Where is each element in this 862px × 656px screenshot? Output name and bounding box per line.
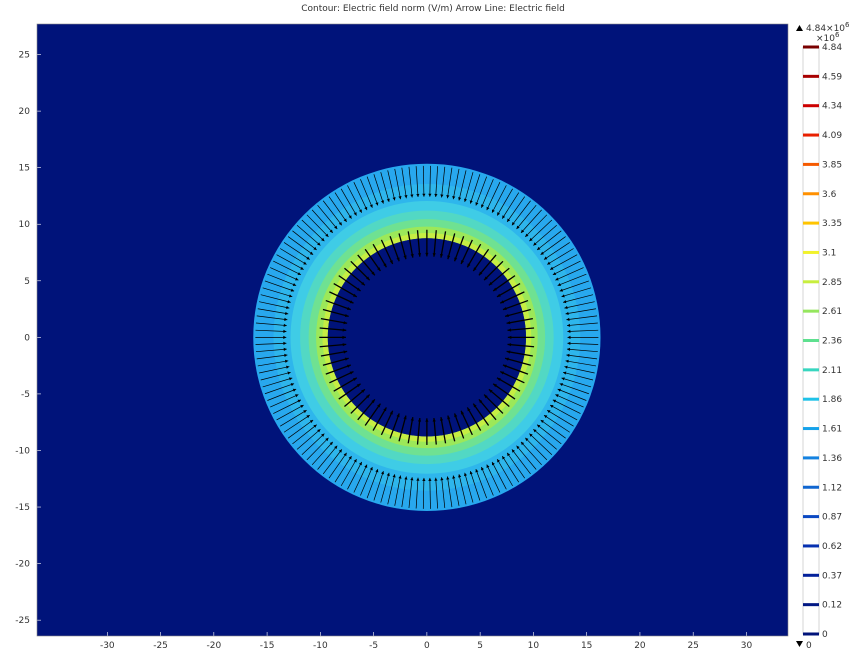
colorbar-level-line xyxy=(803,485,819,489)
colorbar-level-line xyxy=(803,133,819,137)
x-tick-label: 5 xyxy=(477,641,483,651)
colorbar-level-label: 0.12 xyxy=(822,601,842,611)
colorbar-level-label: 0.87 xyxy=(822,513,842,523)
x-tick-label: -5 xyxy=(369,641,378,651)
y-tick-label: 0 xyxy=(24,333,30,343)
colorbar-level-label: 2.36 xyxy=(822,337,842,347)
colorbar-level-label: 0 xyxy=(822,630,828,640)
colorbar-level-line xyxy=(803,544,819,548)
x-tick-label: 15 xyxy=(581,641,592,651)
colorbar-min-label: 0 xyxy=(806,641,812,651)
colorbar-level-line xyxy=(803,192,819,196)
max-triangle-icon xyxy=(796,25,803,31)
colorbar-level-line xyxy=(803,250,819,254)
x-tick-label: -15 xyxy=(260,641,275,651)
colorbar-level-line xyxy=(803,280,819,284)
colorbar-level-label: 2.61 xyxy=(822,307,842,317)
colorbar-level-label: 4.84 xyxy=(822,43,842,53)
colorbar-level-label: 2.85 xyxy=(822,278,842,288)
x-tick-label: 20 xyxy=(634,641,646,651)
x-tick-label: 10 xyxy=(528,641,540,651)
colorbar-level-label: 4.09 xyxy=(822,131,842,141)
colorbar-level-label: 1.12 xyxy=(822,483,842,493)
colorbar-level-label: 0.62 xyxy=(822,542,842,552)
y-tick-label: -5 xyxy=(21,390,30,400)
colorbar-level-label: 4.34 xyxy=(822,102,842,112)
colorbar-level-label: 4.59 xyxy=(822,72,842,82)
colorbar-level-label: 1.86 xyxy=(822,395,842,405)
electric-field-plot: Contour: Electric field norm (V/m) Arrow… xyxy=(15,4,850,651)
colorbar-level-label: 3.35 xyxy=(822,219,842,229)
colorbar-level-line xyxy=(803,45,819,49)
colorbar-level-line xyxy=(803,427,819,431)
x-tick-label: 25 xyxy=(687,641,698,651)
y-tick-label: -10 xyxy=(15,446,30,456)
x-tick-label: -30 xyxy=(100,641,115,651)
colorbar-level-line xyxy=(803,309,819,313)
colorbar-level-label: 3.6 xyxy=(822,190,837,200)
colorbar-level-label: 1.36 xyxy=(822,454,842,464)
x-tick-label: -10 xyxy=(313,641,328,651)
colorbar-level-line xyxy=(803,603,819,607)
colorbar-level-label: 3.1 xyxy=(822,248,836,258)
min-triangle-icon xyxy=(796,641,803,647)
colorbar-level-line xyxy=(803,456,819,460)
y-tick-label: -25 xyxy=(15,616,30,626)
y-tick-label: -20 xyxy=(15,560,30,570)
colorbar-level-label: 2.11 xyxy=(822,366,842,376)
y-tick-label: 20 xyxy=(19,107,31,117)
colorbar-level-line xyxy=(803,74,819,78)
x-tick-label: 0 xyxy=(424,641,430,651)
colorbar-legend: 4.84×106 ×106 0 4.844.594.344.093.853.63… xyxy=(796,21,850,651)
colorbar-level-label: 3.85 xyxy=(822,160,842,170)
y-tick-label: 5 xyxy=(24,277,30,287)
y-tick-label: 10 xyxy=(19,220,31,230)
colorbar-level-line xyxy=(803,397,819,401)
field-contours xyxy=(253,163,601,511)
x-tick-label: -25 xyxy=(153,641,168,651)
colorbar-level-line xyxy=(803,368,819,372)
colorbar-level-line xyxy=(803,221,819,225)
x-tick-label: -20 xyxy=(206,641,221,651)
colorbar-level-line xyxy=(803,104,819,108)
colorbar-max-label: 4.84×106 xyxy=(806,21,850,34)
y-tick-label: 15 xyxy=(19,164,30,174)
colorbar-level-line xyxy=(803,573,819,577)
y-tick-label: 25 xyxy=(19,51,30,61)
plot-title: Contour: Electric field norm (V/m) Arrow… xyxy=(301,4,565,14)
colorbar-level-line xyxy=(803,632,819,636)
colorbar-level-line xyxy=(803,515,819,519)
colorbar-level-line xyxy=(803,162,819,166)
colorbar-level-label: 0.37 xyxy=(822,571,842,581)
colorbar-level-line xyxy=(803,339,819,342)
y-tick-label: -15 xyxy=(15,503,30,513)
x-tick-label: 30 xyxy=(741,641,753,651)
colorbar-level-label: 1.61 xyxy=(822,425,842,435)
